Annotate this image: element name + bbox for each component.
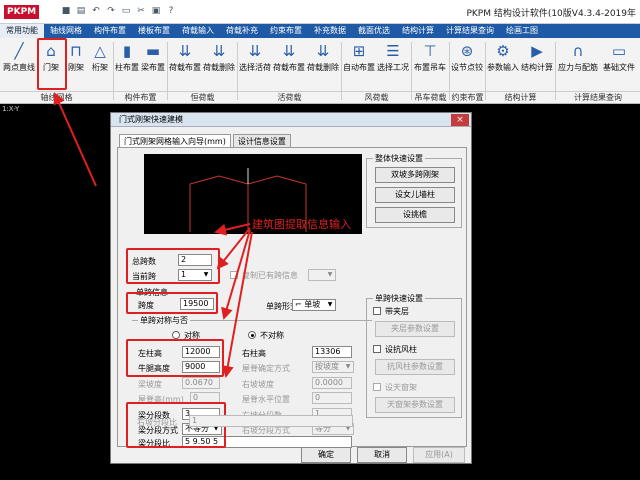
arrow-to-portal-frame (53, 92, 97, 187)
arrow-to-spans (214, 223, 251, 236)
annotation-arrows (53, 92, 253, 378)
